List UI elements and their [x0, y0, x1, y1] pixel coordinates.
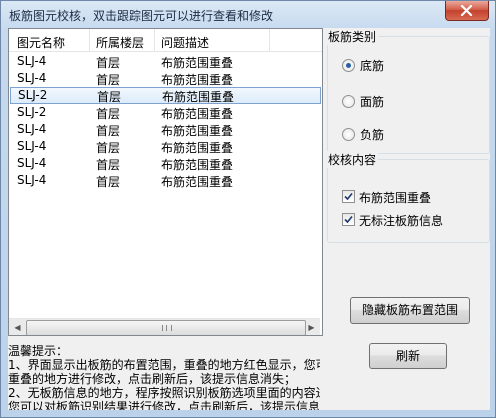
- cell-name: SLJ-4: [17, 122, 47, 136]
- table-row[interactable]: SLJ-2 首层 布筋范围重叠: [9, 104, 322, 121]
- list-rows: SLJ-4 首层 布筋范围重叠 SLJ-4 首层 布筋范围重叠 SLJ-2 首层…: [9, 53, 322, 189]
- column-header-issue[interactable]: 问题描述: [161, 34, 209, 50]
- check-content-title: 校核内容: [326, 151, 379, 168]
- cell-issue: 布筋范围重叠: [161, 158, 234, 172]
- cell-floor: 首层: [96, 141, 121, 155]
- table-row[interactable]: SLJ-4 首层 布筋范围重叠: [9, 70, 322, 87]
- cell-name: SLJ-4: [17, 139, 47, 153]
- scrollbar-thumb[interactable]: [26, 320, 306, 335]
- radio-label: 负筋: [360, 128, 385, 142]
- column-header-floor[interactable]: 所属楼层: [96, 34, 144, 50]
- cell-floor: 首层: [96, 107, 121, 121]
- cell-floor: 首层: [96, 158, 121, 172]
- close-button[interactable]: [445, 1, 489, 21]
- table-row[interactable]: SLJ-4 首层 布筋范围重叠: [9, 155, 322, 172]
- cell-name: SLJ-2: [18, 88, 48, 102]
- cell-issue: 布筋范围重叠: [161, 141, 234, 155]
- table-row[interactable]: SLJ-4 首层 布筋范围重叠: [9, 53, 322, 70]
- radio-unselected-icon: [342, 95, 355, 108]
- cell-name: SLJ-2: [17, 105, 47, 119]
- radio-label: 面筋: [360, 95, 385, 109]
- column-divider[interactable]: [89, 29, 90, 51]
- table-row[interactable]: SLJ-4 首层 布筋范围重叠: [9, 138, 322, 155]
- horizontal-scrollbar[interactable]: ◀ ▶: [9, 318, 320, 335]
- issue-list[interactable]: 图元名称 所属楼层 问题描述 SLJ-4 首层 布筋范围重叠 SLJ-4 首层 …: [8, 28, 323, 336]
- radio-label: 底筋: [360, 59, 385, 73]
- hide-range-button[interactable]: 隐藏板筋布置范围: [350, 297, 470, 324]
- scroll-left-icon[interactable]: ◀: [9, 319, 26, 335]
- table-row-selected[interactable]: SLJ-2 首层 布筋范围重叠: [10, 87, 321, 104]
- column-divider[interactable]: [269, 29, 270, 51]
- cell-name: SLJ-4: [17, 54, 47, 68]
- window-title: 板筋图元校核，双击跟踪图元可以进行查看和修改: [9, 9, 274, 23]
- checkbox-label: 无标注板筋信息: [359, 214, 444, 228]
- cell-floor: 首层: [96, 175, 121, 189]
- cell-name: SLJ-4: [17, 156, 47, 170]
- checkbox-label: 布筋范围重叠: [359, 191, 432, 205]
- table-row[interactable]: SLJ-4 首层 布筋范围重叠: [9, 121, 322, 138]
- cell-issue: 布筋范围重叠: [161, 56, 234, 70]
- tips-text: 温馨提示： 1、界面显示出板筋的布置范围，重叠的地方红色显示，您可 重叠的地方进…: [8, 340, 320, 410]
- cell-issue: 布筋范围重叠: [162, 90, 235, 104]
- radio-selected-icon: [342, 59, 355, 72]
- check-content-group: 校核内容 布筋范围重叠 无标注板筋信息: [326, 151, 490, 243]
- cell-floor: 首层: [96, 73, 121, 87]
- grip-icon: [162, 325, 172, 331]
- cell-floor: 首层: [96, 124, 121, 138]
- checkbox-checked-icon: [342, 190, 355, 203]
- scroll-right-icon[interactable]: ▶: [303, 319, 320, 335]
- cell-floor: 首层: [96, 56, 121, 70]
- title-bar[interactable]: 板筋图元校核，双击跟踪图元可以进行查看和修改: [1, 1, 495, 29]
- refresh-button[interactable]: 刷新: [369, 343, 447, 369]
- dialog-body: 图元名称 所属楼层 问题描述 SLJ-4 首层 布筋范围重叠 SLJ-4 首层 …: [8, 28, 490, 410]
- column-header-name[interactable]: 图元名称: [17, 34, 65, 50]
- close-icon: [460, 5, 473, 16]
- tip-line: 您可以对板筋识别结果进行修改，点击刷新后，该提示信息: [8, 400, 320, 410]
- cell-issue: 布筋范围重叠: [161, 124, 234, 138]
- rebar-type-title: 板筋类别: [326, 28, 379, 45]
- radio-unselected-icon: [342, 128, 355, 141]
- cell-issue: 布筋范围重叠: [161, 107, 234, 121]
- cell-issue: 布筋范围重叠: [161, 175, 234, 189]
- dialog-window: 板筋图元校核，双击跟踪图元可以进行查看和修改 图元名称 所属楼层 问题描述 SL…: [0, 0, 496, 418]
- table-row[interactable]: SLJ-4 首层 布筋范围重叠: [9, 172, 322, 189]
- checkbox-checked-icon: [342, 213, 355, 226]
- list-header: 图元名称 所属楼层 问题描述: [9, 29, 322, 52]
- cell-name: SLJ-4: [17, 71, 47, 85]
- cell-name: SLJ-4: [17, 173, 47, 187]
- column-divider[interactable]: [154, 29, 155, 51]
- rebar-type-group: 板筋类别 底筋 面筋 负筋: [326, 28, 490, 154]
- cell-issue: 布筋范围重叠: [161, 73, 234, 87]
- cell-floor: 首层: [97, 90, 122, 104]
